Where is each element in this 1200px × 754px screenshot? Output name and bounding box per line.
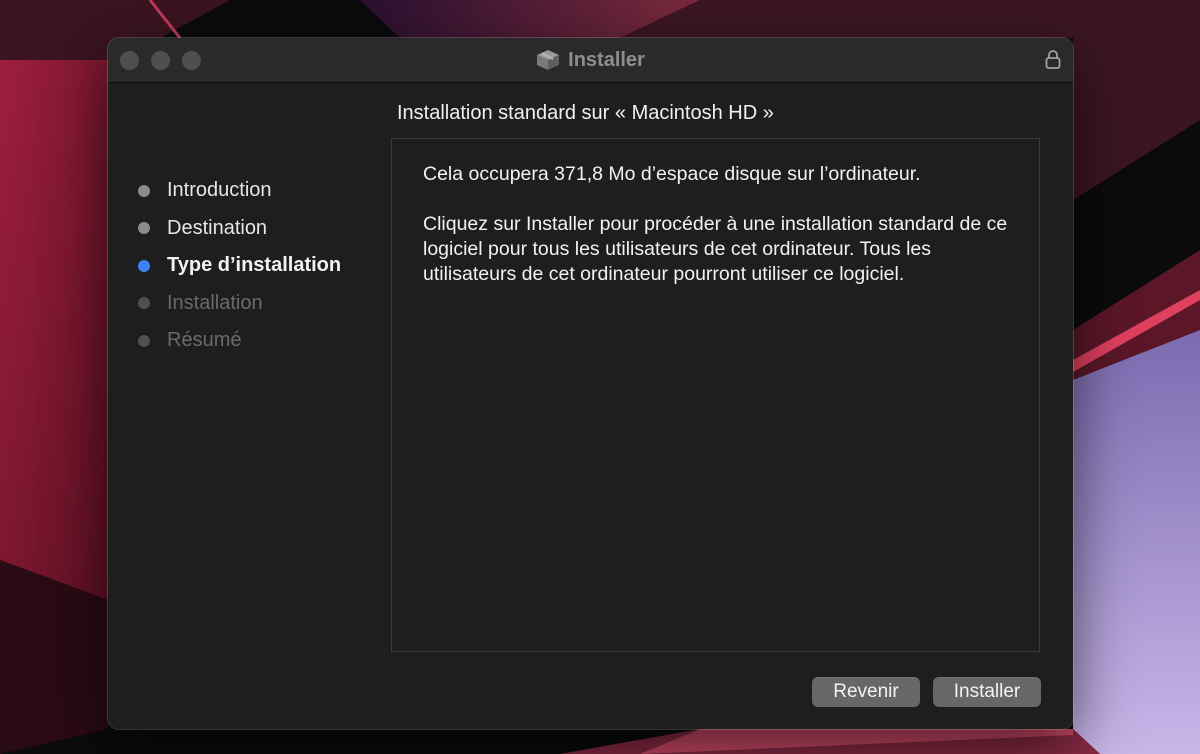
step-label: Installation — [167, 291, 263, 314]
installer-box-icon — [537, 50, 560, 70]
disk-space-text: Cela occupera 371,8 Mo d’espace disque s… — [423, 163, 921, 185]
step-installation: Installation — [138, 285, 341, 323]
step-bullet — [138, 222, 150, 235]
step-bullet — [138, 297, 150, 310]
step-label: Type d’installation — [167, 254, 342, 277]
back-button[interactable]: Revenir — [812, 677, 920, 707]
step-bullet — [138, 259, 150, 272]
step-bullet — [138, 184, 150, 197]
install-button[interactable]: Installer — [933, 677, 1041, 707]
installation-steps: Introduction Destination Type d’installa… — [138, 172, 341, 360]
step-destination: Destination — [138, 210, 341, 248]
content-heading: Installation standard sur « Macintosh HD… — [397, 102, 774, 124]
step-label: Introduction — [167, 179, 272, 202]
window-title: Installer — [568, 48, 645, 71]
title-group: Installer — [108, 38, 1073, 82]
install-instructions-text: Cliquez sur Installer pour procéder à un… — [423, 213, 1008, 285]
step-introduction: Introduction — [138, 172, 341, 210]
desktop: Installer Introduction Destination Type … — [0, 0, 1200, 754]
installer-window: Installer Introduction Destination Type … — [108, 38, 1073, 729]
step-summary: Résumé — [138, 322, 341, 360]
content-panel: Cela occupera 371,8 Mo d’espace disque s… — [391, 138, 1040, 652]
step-label: Résumé — [167, 329, 242, 352]
step-label: Destination — [167, 216, 268, 239]
step-installation-type: Type d’installation — [138, 247, 341, 285]
step-bullet — [138, 334, 150, 347]
lock-icon[interactable] — [1045, 49, 1061, 69]
title-bar[interactable]: Installer — [108, 38, 1073, 83]
